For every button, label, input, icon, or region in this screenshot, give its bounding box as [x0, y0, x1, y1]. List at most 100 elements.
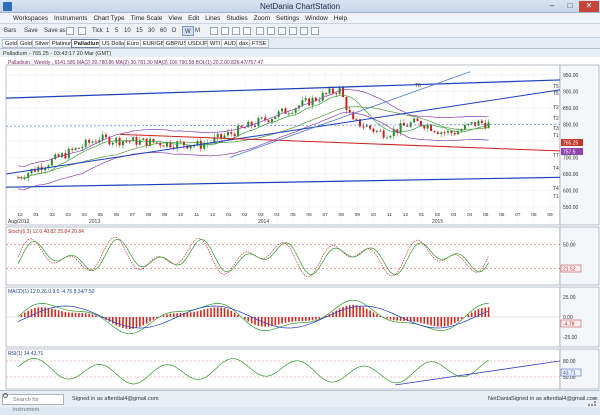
macd-histogram-bar: [119, 317, 121, 327]
menu-lines[interactable]: Lines: [202, 13, 223, 24]
macd-histogram-bar: [193, 312, 195, 317]
trendline-label: T2: [553, 105, 559, 111]
macd-histogram-bar: [234, 313, 236, 317]
print-icon[interactable]: [300, 27, 308, 35]
macd-histogram-bar: [275, 317, 277, 325]
macd-histogram-bar: [186, 313, 188, 317]
macd-histogram-bar: [71, 313, 73, 317]
menu-time-scale[interactable]: Time Scale: [128, 13, 166, 24]
macd-histogram-bar: [68, 312, 70, 317]
crosshair-icon[interactable]: [267, 27, 275, 35]
month-label: 03: [258, 212, 264, 218]
macd-histogram-bar: [231, 311, 233, 317]
minimize-button[interactable]: –: [543, 1, 561, 12]
toolbar-w[interactable]: W: [182, 26, 194, 36]
month-label: 04: [467, 212, 473, 218]
macd-histogram-bar: [78, 313, 80, 317]
macd-histogram-bar: [224, 308, 226, 317]
toolbar-save[interactable]: Save: [24, 26, 38, 36]
toolbar-save-as[interactable]: Save as: [44, 26, 66, 36]
settings-icon[interactable]: [311, 27, 319, 35]
candle-body: [139, 140, 141, 145]
symbol-tab-ftse[interactable]: FTSE: [249, 39, 269, 48]
macd-histogram-bar: [214, 307, 216, 317]
bar-chart-icon[interactable]: [232, 27, 240, 35]
menu-studies[interactable]: Studies: [223, 13, 250, 24]
menu-view[interactable]: View: [165, 13, 185, 24]
macd-histogram-bar: [146, 317, 148, 323]
instrument-search-input[interactable]: Search for instrument: [2, 394, 64, 405]
macd-histogram-bar: [457, 317, 459, 321]
bollinger-price-label: 757.5: [563, 150, 576, 156]
toolbar-tick[interactable]: Tick: [92, 26, 103, 36]
macd-histogram-bar: [417, 317, 419, 322]
trendline-icon[interactable]: [256, 27, 264, 35]
month-label: 12: [17, 212, 23, 218]
macd-histogram-bar: [109, 317, 111, 322]
stoch-title: Stoch(6,3) 12.0.40.82 25.84 20.84: [8, 229, 84, 235]
toolbar-m[interactable]: M: [195, 26, 200, 36]
year-label: 2015: [432, 219, 443, 225]
month-label: 03: [66, 212, 72, 218]
chart-canvas[interactable]: Palladium - 765.25 - 03:43:17 20 Mar (GM…: [0, 49, 600, 390]
candle-body: [349, 110, 351, 112]
macd-histogram-bar: [390, 317, 392, 320]
macd-histogram-bar: [312, 317, 314, 320]
candle-body: [237, 126, 239, 137]
zoom-icon[interactable]: [289, 27, 297, 35]
toolbar-30[interactable]: 30: [148, 26, 155, 36]
macd-histogram-bar: [437, 317, 439, 327]
maximize-button[interactable]: □: [561, 1, 579, 12]
toolbar-10[interactable]: 10: [124, 26, 131, 36]
macd-histogram-bar: [264, 317, 266, 327]
toolbar-bars[interactable]: Bars: [4, 26, 16, 36]
menu-window[interactable]: Window: [302, 13, 331, 24]
app-window: NetDania ChartStation – □ ✕ WorkspacesIn…: [0, 0, 600, 407]
macd-histogram-bar: [291, 317, 293, 322]
macd-histogram-bar: [92, 314, 94, 317]
candle-body: [261, 117, 263, 118]
toolbar-square-icon[interactable]: [66, 27, 74, 35]
month-label: 12: [403, 212, 409, 218]
candle-body: [268, 120, 270, 122]
macd-histogram-bar: [305, 317, 307, 321]
candle-icon[interactable]: [210, 27, 218, 35]
menu-chart-type[interactable]: Chart Type: [90, 13, 127, 24]
menu-workspaces[interactable]: Workspaces: [10, 13, 51, 24]
candle-body: [342, 87, 344, 97]
menu-settings[interactable]: Settings: [273, 13, 302, 24]
line-chart-icon[interactable]: [221, 27, 229, 35]
toolbar-15[interactable]: 15: [136, 26, 143, 36]
year-label: Aug/2012: [8, 219, 30, 225]
trendline-label: T2: [553, 116, 559, 122]
macd-histogram-bar: [295, 317, 297, 321]
macd-histogram-bar: [258, 317, 260, 326]
candle-body: [105, 135, 107, 137]
menu-edit[interactable]: Edit: [185, 13, 202, 24]
candle-body: [481, 121, 483, 123]
macd-histogram-bar: [451, 317, 453, 325]
month-label: 09: [162, 212, 168, 218]
toolbar-1[interactable]: 1: [106, 26, 109, 36]
macd-histogram-bar: [268, 317, 270, 327]
candle-body: [356, 119, 358, 120]
toolbar-5[interactable]: 5: [115, 26, 118, 36]
menu-bar: WorkspacesInstrumentsChart TypeTime Scal…: [0, 13, 600, 24]
toolbar-60[interactable]: 60: [160, 26, 167, 36]
candle-body: [78, 148, 80, 149]
menu-help[interactable]: Help: [331, 13, 350, 24]
area-chart-icon[interactable]: [243, 27, 251, 35]
toolbar-square-icon[interactable]: [78, 27, 86, 35]
text-icon[interactable]: [278, 27, 286, 35]
toolbar-d[interactable]: D: [172, 26, 176, 36]
resize-grip-icon[interactable]: [588, 398, 596, 406]
close-button[interactable]: ✕: [579, 1, 599, 12]
macd-histogram-bar: [21, 315, 23, 317]
candle-body: [254, 126, 256, 127]
macd-histogram-bar: [468, 315, 470, 317]
macd-histogram-bar: [349, 305, 351, 317]
menu-zoom[interactable]: Zoom: [251, 13, 273, 24]
search-icon: [3, 393, 8, 398]
menu-instruments[interactable]: Instruments: [51, 13, 90, 24]
macd-title: MACD(1) 12.0.26.0.9.0 -4.76 8.34/7.50: [8, 289, 95, 295]
